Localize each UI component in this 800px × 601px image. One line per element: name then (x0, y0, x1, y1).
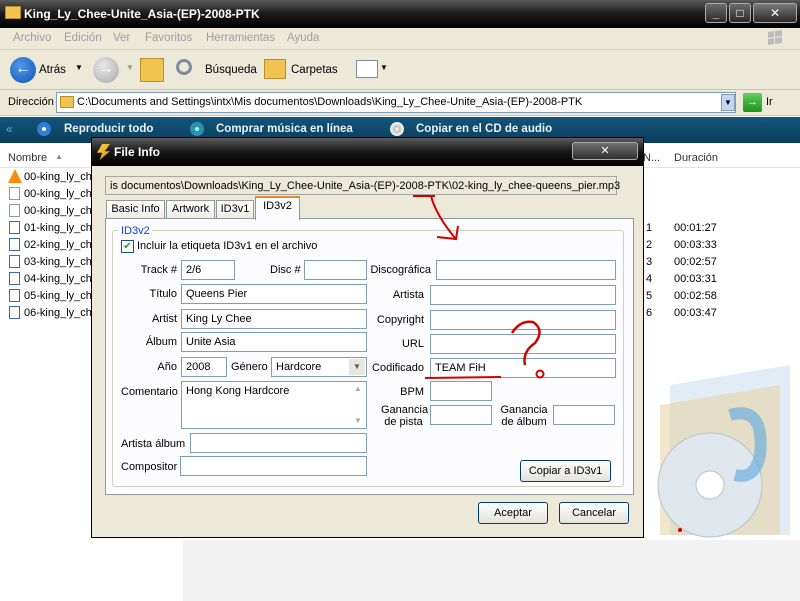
annotation-marks (413, 195, 545, 379)
explorer-window: King_Ly_Chee-Unite_Asia-(EP)-2008-PTK _ … (0, 0, 800, 601)
tab-id3v2[interactable]: ID3v2 (255, 196, 300, 220)
